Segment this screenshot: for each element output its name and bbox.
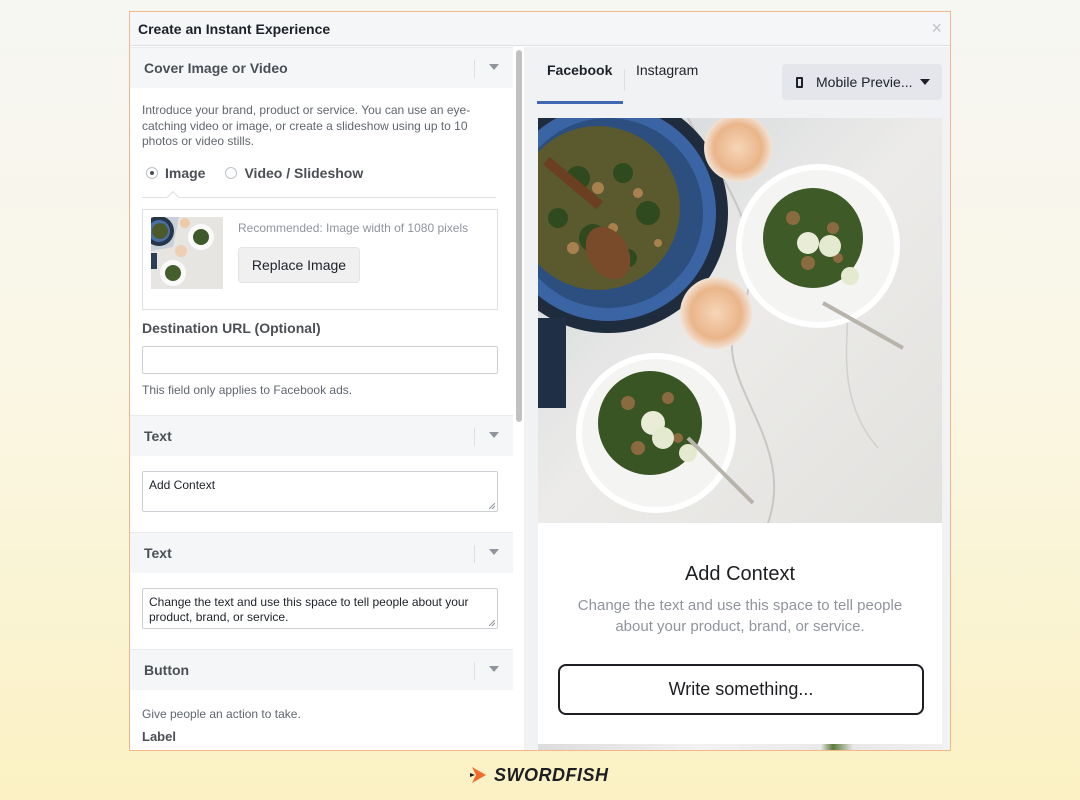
cover-thumbnail [151,216,223,289]
destination-url-note: This field only applies to Facebook ads. [142,382,353,397]
instant-experience-dialog: Create an Instant Experience × Cover Ima… [129,11,951,751]
resize-grip-icon[interactable] [489,620,495,626]
section-body-button: Give people an action to take. Label [130,690,513,744]
tab-facebook[interactable]: Facebook [547,62,612,78]
image-upload-box: Recommended: Image width of 1080 pixels … [142,208,498,310]
scroll-thumb[interactable] [516,50,522,422]
mobile-preview-card: Add Context Change the text and use this… [538,118,942,744]
section-header-text-1[interactable]: Text [130,415,513,456]
active-tab-indicator [537,101,623,104]
preview-pane: Facebook Instagram Mobile Previe... Add … [524,47,950,750]
chevron-down-icon[interactable] [489,64,499,70]
device-preview-dropdown[interactable]: Mobile Previe... [782,64,942,100]
section-title-text-2: Text [144,545,172,561]
radio-image-label[interactable]: Image [165,165,205,181]
destination-url-input[interactable] [142,345,498,374]
tab-divider [624,69,625,91]
destination-url-label: Destination URL (Optional) [142,319,321,336]
chevron-down-icon[interactable] [489,432,499,438]
section-header-text-2[interactable]: Text [130,532,513,573]
description-textarea[interactable]: Change the text and use this space to te… [142,588,498,629]
section-body-text-1: Add Context [130,456,513,532]
swordfish-logo: SWORDFISH [470,764,609,786]
context-textarea[interactable]: Add Context [142,471,498,512]
caret-down-icon [920,79,930,85]
next-preview-card [538,744,942,750]
editor-pane: Cover Image or Video Introduce your bran… [130,47,513,750]
section-body-text-2: Change the text and use this space to te… [130,573,513,649]
chevron-down-icon[interactable] [489,666,499,672]
section-header-button[interactable]: Button [130,649,513,690]
dialog-title: Create an Instant Experience [138,20,331,37]
header-divider [474,662,475,680]
brand-name: SWORDFISH [494,764,609,785]
close-icon[interactable]: × [931,18,942,38]
preview-card-description: Change the text and use this space to te… [577,597,903,635]
cover-image-preview [538,118,942,523]
mobile-phone-icon [796,76,803,88]
section-title-button: Button [144,662,190,678]
chevron-down-icon[interactable] [489,549,499,555]
selection-notch [166,190,180,198]
preview-card-title: Add Context [684,563,796,585]
preview-tabs: Facebook Instagram Mobile Previe... [524,47,950,105]
image-recommendation: Recommended: Image width of 1080 pixels [238,220,469,235]
button-label-heading: Label [142,728,176,744]
replace-image-button[interactable]: Replace Image [238,246,360,283]
cover-description: Introduce your brand, product or service… [142,103,471,148]
radio-video-slideshow[interactable] [225,166,238,179]
description-textarea-value: Change the text and use this space to te… [149,595,469,624]
tab-instagram[interactable]: Instagram [636,62,698,78]
resize-grip-icon[interactable] [489,503,495,509]
section-title-text-1: Text [144,428,172,444]
section-header-cover[interactable]: Cover Image or Video [130,47,513,88]
context-textarea-value: Add Context [149,478,216,492]
header-divider [474,428,475,446]
media-type-options: Image Video / Slideshow [142,164,501,182]
device-preview-label: Mobile Previe... [816,74,913,90]
editor-scrollbar[interactable] [514,47,524,750]
button-description: Give people an action to take. [142,707,301,721]
section-title-cover: Cover Image or Video [144,60,288,76]
radio-image[interactable] [146,166,158,179]
section-body-cover: Introduce your brand, product or service… [130,88,513,398]
option-divider [142,186,496,198]
write-something-button[interactable]: Write something... [558,664,924,715]
swordfish-mark-icon [470,767,486,783]
header-divider [474,545,475,563]
header-divider [474,60,475,78]
radio-video-slideshow-label[interactable]: Video / Slideshow [244,165,363,181]
dialog-header: Create an Instant Experience × [130,12,950,46]
